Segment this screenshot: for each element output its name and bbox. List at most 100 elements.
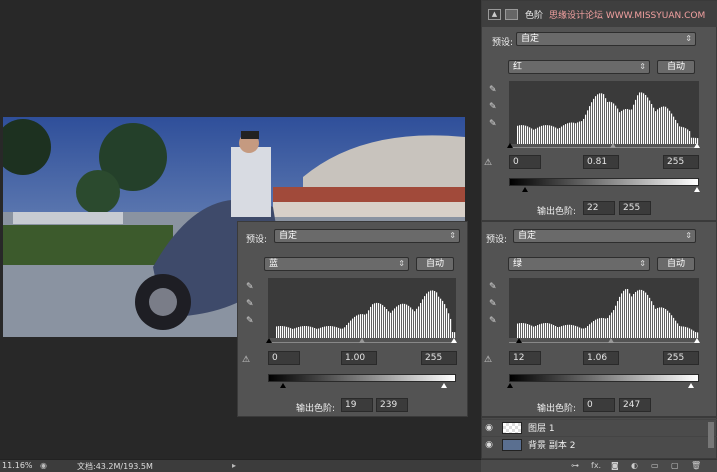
input-white-handle[interactable]: [694, 338, 700, 343]
preset-label: 预设:: [486, 235, 508, 245]
clip-warning-icon[interactable]: ⚠: [242, 355, 250, 365]
input-black-handle[interactable]: [516, 338, 522, 343]
eyedropper-white-icon[interactable]: ✎: [246, 316, 254, 326]
input-black-field[interactable]: 0: [268, 351, 300, 365]
histogram-bar: [340, 328, 342, 338]
input-black-handle[interactable]: [507, 143, 513, 148]
histogram-bar: [613, 103, 615, 144]
clip-warning-icon[interactable]: ⚠: [484, 355, 492, 365]
auto-button[interactable]: 自动: [416, 257, 454, 271]
input-black-field[interactable]: 0: [509, 155, 541, 169]
histogram-bar: [653, 305, 655, 338]
new-layer-icon[interactable]: ▢: [671, 461, 679, 470]
histogram-bar: [645, 95, 647, 144]
histogram-bar: [605, 98, 607, 144]
fx-icon[interactable]: fx.: [591, 461, 601, 470]
input-gamma-handle[interactable]: [359, 338, 365, 343]
histogram-bar: [663, 307, 665, 338]
layer-name: 图层 1: [528, 424, 555, 434]
histogram-bar: [583, 118, 585, 144]
output-black-handle[interactable]: [507, 383, 513, 388]
eyedropper-gray-icon[interactable]: ✎: [246, 299, 254, 309]
histogram-bar: [649, 297, 651, 338]
layer-row[interactable]: ◉ 背景 副本 2: [482, 436, 717, 452]
histogram-bar: [639, 92, 641, 144]
mask-icon[interactable]: [505, 8, 518, 20]
histogram-bar: [581, 121, 583, 144]
eyedropper-black-icon[interactable]: ✎: [489, 85, 497, 95]
histogram-bar: [601, 317, 603, 338]
levels-icon[interactable]: ▲: [488, 8, 501, 20]
adjustment-icon[interactable]: ◐: [631, 461, 638, 470]
input-gamma-handle[interactable]: [608, 338, 614, 343]
channel-dropdown[interactable]: 绿 ⇕: [508, 257, 650, 271]
input-gamma-handle[interactable]: [610, 143, 616, 148]
histogram-bar: [523, 125, 525, 144]
histogram-bar: [563, 325, 565, 338]
zoom-level[interactable]: 11.16%: [2, 461, 33, 470]
output-black-field[interactable]: 0: [583, 398, 615, 412]
input-white-handle[interactable]: [694, 143, 700, 148]
input-gamma-field[interactable]: 0.81: [583, 155, 619, 169]
histogram-bar: [627, 109, 629, 144]
preset-dropdown[interactable]: 自定 ⇕: [274, 229, 460, 243]
output-white-field[interactable]: 255: [619, 201, 651, 215]
eye-icon[interactable]: ◉: [482, 440, 496, 450]
input-white-handle[interactable]: [451, 338, 457, 343]
eyedropper-gray-icon[interactable]: ✎: [489, 299, 497, 309]
channel-dropdown[interactable]: 红 ⇕: [508, 60, 650, 74]
histogram-bar: [641, 92, 643, 144]
eyedropper-black-icon[interactable]: ✎: [489, 282, 497, 292]
histogram-bar: [360, 314, 362, 338]
auto-button[interactable]: 自动: [657, 257, 695, 271]
channel-value: 蓝: [269, 259, 279, 269]
eyedropper-white-icon[interactable]: ✎: [489, 119, 497, 129]
histogram-bar: [685, 326, 687, 338]
auto-button[interactable]: 自动: [657, 60, 695, 74]
histogram-bar: [547, 125, 549, 144]
input-black-field[interactable]: 12: [509, 351, 541, 365]
output-white-handle[interactable]: [441, 383, 447, 388]
histogram-bar: [601, 93, 603, 144]
eyedropper-white-icon[interactable]: ✎: [489, 316, 497, 326]
output-white-field[interactable]: 239: [376, 398, 408, 412]
panel-title: 色阶: [525, 10, 544, 21]
histogram-bar: [603, 94, 605, 144]
trash-icon[interactable]: 🗑: [691, 461, 701, 470]
eye-icon[interactable]: ◉: [482, 423, 496, 433]
preset-dropdown[interactable]: 自定 ⇕: [516, 32, 696, 46]
histogram-bar: [589, 324, 591, 338]
channel-dropdown[interactable]: 蓝 ⇕: [264, 257, 409, 271]
input-white-field[interactable]: 255: [421, 351, 457, 365]
layer-row[interactable]: ◉ 图层 1: [482, 419, 717, 435]
histogram-bar: [422, 299, 424, 338]
output-white-handle[interactable]: [694, 187, 700, 192]
status-menu-icon[interactable]: ◉: [40, 461, 47, 470]
input-white-field[interactable]: 255: [663, 351, 699, 365]
folder-icon[interactable]: ▭: [651, 461, 659, 470]
output-black-handle[interactable]: [280, 383, 286, 388]
link-icon[interactable]: ⊶: [571, 461, 579, 470]
histogram-bar: [517, 125, 519, 144]
output-black-field[interactable]: 19: [341, 398, 373, 412]
eyedropper-gray-icon[interactable]: ✎: [489, 102, 497, 112]
input-white-field[interactable]: 255: [663, 155, 699, 169]
output-black-field[interactable]: 22: [583, 201, 615, 215]
histogram-bar: [657, 109, 659, 144]
preset-dropdown[interactable]: 自定 ⇕: [513, 229, 696, 243]
histogram-bar: [575, 325, 577, 338]
layers-scrollbar[interactable]: [708, 422, 714, 448]
histogram-bar: [438, 296, 440, 338]
output-black-handle[interactable]: [522, 187, 528, 192]
eyedropper-black-icon[interactable]: ✎: [246, 282, 254, 292]
input-gamma-field[interactable]: 1.00: [341, 351, 377, 365]
histogram-bar: [673, 317, 675, 338]
input-gamma-field[interactable]: 1.06: [583, 351, 619, 365]
output-white-handle[interactable]: [688, 383, 694, 388]
input-black-handle[interactable]: [266, 338, 272, 343]
mask-icon[interactable]: ◙: [611, 461, 619, 470]
status-arrow-icon[interactable]: ▸: [232, 461, 236, 470]
output-white-field[interactable]: 247: [619, 398, 651, 412]
histogram-bar: [519, 323, 521, 338]
clip-warning-icon[interactable]: ⚠: [484, 158, 492, 168]
